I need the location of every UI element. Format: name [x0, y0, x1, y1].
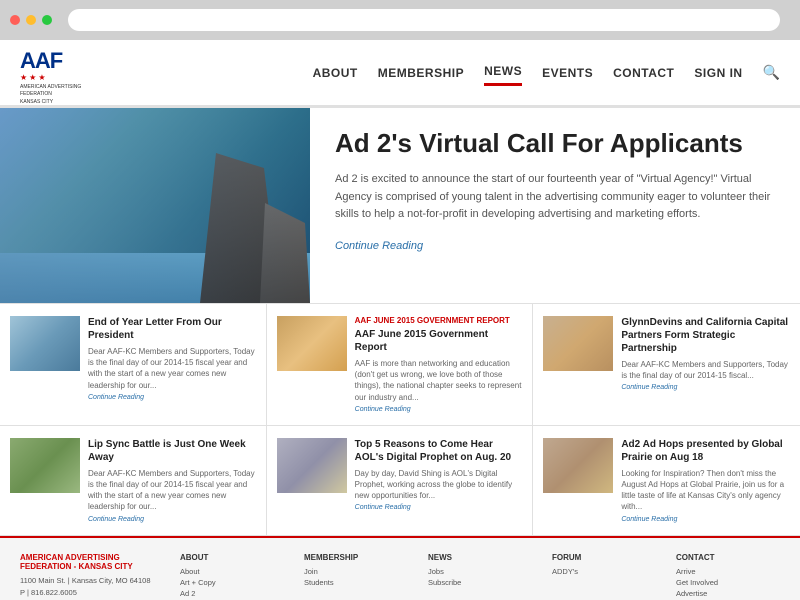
browser-address-bar[interactable]: [68, 9, 780, 31]
news-title-3: GlynnDevins and California Capital Partn…: [621, 316, 790, 355]
news-grid: End of Year Letter From Our President De…: [0, 303, 800, 536]
footer-link-join[interactable]: Join: [304, 567, 408, 576]
news-read-more-1[interactable]: Continue Reading: [88, 394, 256, 401]
browser-chrome: [0, 0, 800, 40]
footer-contact-links-col: Contact Arrive Get Involved Advertise Re…: [676, 553, 780, 600]
news-content-2: AAF June 2015 Government Report AAF June…: [355, 316, 523, 413]
logo-box: AAF ★ ★ ★ American Advertising Federatio…: [20, 50, 90, 95]
hero-continue-reading[interactable]: Continue Reading: [335, 240, 423, 252]
hero-title: Ad 2's Virtual Call For Applicants: [335, 128, 775, 159]
nav-about[interactable]: ABOUT: [313, 61, 358, 85]
logo-subtitle: American Advertising Federation: [20, 84, 90, 97]
footer-link-students[interactable]: Students: [304, 578, 408, 587]
footer-link-jobs[interactable]: Jobs: [428, 567, 532, 576]
news-thumbnail-3: [543, 316, 613, 371]
news-thumbnail-1: [10, 316, 80, 371]
footer-link-arrive[interactable]: Arrive: [676, 567, 780, 576]
footer-heading-about: About: [180, 553, 284, 562]
footer-link-about[interactable]: About: [180, 567, 284, 576]
footer-membership-col: Membership Join Students: [304, 553, 408, 600]
logo-city: Kansas City: [20, 99, 90, 106]
nav-sign-in[interactable]: SIGN IN: [694, 61, 742, 85]
hero-section: Ad 2's Virtual Call For Applicants Ad 2 …: [0, 108, 800, 303]
search-icon[interactable]: 🔍: [763, 64, 780, 81]
hero-body: Ad 2 is excited to announce the start of…: [335, 171, 775, 224]
nav-contact[interactable]: CONTACT: [613, 61, 674, 85]
footer-about-col: About About Art + Copy Ad 2 AAF/AG Found…: [180, 553, 284, 600]
news-title-6: Ad2 Ad Hops presented by Global Prairie …: [621, 438, 790, 464]
news-item-3: GlynnDevins and California Capital Partn…: [533, 304, 800, 426]
footer-link-ad2[interactable]: Ad 2: [180, 589, 284, 598]
news-title-5: Top 5 Reasons to Come Hear AOL's Digital…: [355, 438, 523, 464]
footer-link-advertise[interactable]: Advertise: [676, 589, 780, 598]
news-excerpt-1: Dear AAF-KC Members and Supporters, Toda…: [88, 346, 256, 391]
news-read-more-4[interactable]: Continue Reading: [88, 516, 256, 523]
footer-link-subscribe[interactable]: Subscribe: [428, 578, 532, 587]
news-excerpt-6: Looking for Inspiration? Then don't miss…: [621, 468, 790, 513]
logo-area[interactable]: AAF ★ ★ ★ American Advertising Federatio…: [20, 50, 90, 95]
nav-news[interactable]: NEWS: [484, 59, 522, 86]
logo-aaf-text: AAF: [20, 50, 90, 72]
browser-dot-green[interactable]: [42, 15, 52, 25]
hero-content: Ad 2's Virtual Call For Applicants Ad 2 …: [310, 108, 800, 303]
news-thumbnail-2: [277, 316, 347, 371]
news-read-more-3[interactable]: Continue Reading: [621, 384, 790, 391]
logo-star-1: ★: [20, 73, 27, 82]
news-excerpt-5: Day by day, David Shing is AOL's Digital…: [355, 468, 523, 502]
news-content-4: Lip Sync Battle is Just One Week Away De…: [88, 438, 256, 523]
footer-heading-news: News: [428, 553, 532, 562]
nav-membership[interactable]: MEMBERSHIP: [378, 61, 464, 85]
news-content-1: End of Year Letter From Our President De…: [88, 316, 256, 413]
footer-heading-forum: Forum: [552, 553, 656, 562]
footer-org-name: American Advertising Federation - Kansas…: [20, 553, 160, 571]
footer-link-addys[interactable]: ADDY's: [552, 567, 656, 576]
news-content-6: Ad2 Ad Hops presented by Global Prairie …: [621, 438, 790, 523]
page-wrapper: AAF ★ ★ ★ American Advertising Federatio…: [0, 40, 800, 600]
logo-star-3: ★: [38, 73, 45, 82]
news-content-5: Top 5 Reasons to Come Hear AOL's Digital…: [355, 438, 523, 523]
footer-heading-contact: Contact: [676, 553, 780, 562]
news-read-more-2[interactable]: Continue Reading: [355, 406, 523, 413]
browser-dot-yellow[interactable]: [26, 15, 36, 25]
logo-star-2: ★: [29, 73, 36, 82]
news-read-more-6[interactable]: Continue Reading: [621, 516, 790, 523]
news-item-1: End of Year Letter From Our President De…: [0, 304, 267, 426]
footer-link-artcopy[interactable]: Art + Copy: [180, 578, 284, 587]
browser-dot-red[interactable]: [10, 15, 20, 25]
news-item-2: AAF June 2015 Government Report AAF June…: [267, 304, 534, 426]
footer-forum-col: Forum ADDY's: [552, 553, 656, 600]
footer-phone1: P | 816.822.6005: [20, 587, 160, 599]
main-nav: ABOUT MEMBERSHIP NEWS EVENTS CONTACT SIG…: [313, 59, 780, 86]
news-read-more-5[interactable]: Continue Reading: [355, 504, 523, 511]
news-thumbnail-6: [543, 438, 613, 493]
footer-news-col: News Jobs Subscribe: [428, 553, 532, 600]
news-title-4: Lip Sync Battle is Just One Week Away: [88, 438, 256, 464]
news-excerpt-3: Dear AAF-KC Members and Supporters, Toda…: [621, 359, 790, 381]
news-excerpt-4: Dear AAF-KC Members and Supporters, Toda…: [88, 468, 256, 513]
news-thumbnail-4: [10, 438, 80, 493]
news-category-2: AAF June 2015 Government Report: [355, 316, 523, 325]
footer-link-get-involved[interactable]: Get Involved: [676, 578, 780, 587]
news-content-3: GlynnDevins and California Capital Partn…: [621, 316, 790, 413]
site-footer: American Advertising Federation - Kansas…: [0, 536, 800, 600]
footer-contact-col: American Advertising Federation - Kansas…: [20, 553, 160, 600]
hero-image: [0, 108, 310, 303]
site-header: AAF ★ ★ ★ American Advertising Federatio…: [0, 40, 800, 108]
footer-address: 1100 Main St. | Kansas City, MO 64108: [20, 575, 160, 587]
nav-events[interactable]: EVENTS: [542, 61, 593, 85]
news-title-1: End of Year Letter From Our President: [88, 316, 256, 342]
footer-heading-membership: Membership: [304, 553, 408, 562]
news-item-4: Lip Sync Battle is Just One Week Away De…: [0, 426, 267, 536]
news-title-2: AAF June 2015 Government Report: [355, 328, 523, 354]
news-excerpt-2: AAF is more than networking and educatio…: [355, 358, 523, 403]
news-item-5: Top 5 Reasons to Come Hear AOL's Digital…: [267, 426, 534, 536]
news-item-6: Ad2 Ad Hops presented by Global Prairie …: [533, 426, 800, 536]
news-thumbnail-5: [277, 438, 347, 493]
